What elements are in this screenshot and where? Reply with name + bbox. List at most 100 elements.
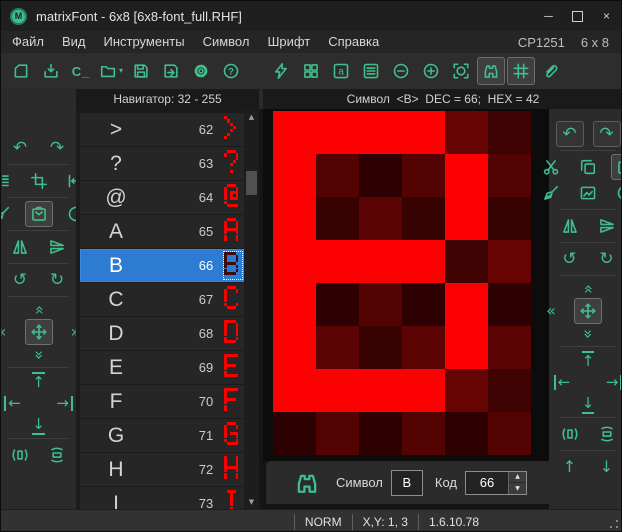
pixel-cell[interactable] — [488, 111, 531, 154]
pixel-cell[interactable] — [445, 369, 488, 412]
rotate-right-button[interactable]: ↻ — [43, 267, 71, 293]
pixel-cell[interactable] — [316, 111, 359, 154]
scroll-down-icon[interactable]: ▼ — [244, 494, 259, 509]
new-font-button[interactable] — [7, 57, 35, 85]
code-input[interactable]: 66 — [466, 472, 508, 494]
pixel-cell[interactable] — [273, 111, 316, 154]
pixel-cell[interactable] — [273, 283, 316, 326]
pixel-cell[interactable] — [445, 240, 488, 283]
clear-char-button[interactable] — [537, 180, 565, 206]
resize-grip[interactable] — [610, 520, 618, 528]
navigator-scrollbar[interactable]: ▲ ▼ — [244, 109, 259, 509]
pixel-cell[interactable] — [445, 326, 488, 369]
pixel-cell[interactable] — [316, 154, 359, 197]
pixel-cell[interactable] — [316, 412, 359, 455]
menu-item-view[interactable]: Вид — [53, 31, 95, 53]
char-row-71[interactable]: G71 — [80, 419, 244, 452]
pixel-cell[interactable] — [488, 326, 531, 369]
pixel-cell[interactable] — [445, 412, 488, 455]
attach-button[interactable] — [537, 57, 565, 85]
redo-button[interactable]: ↷ — [43, 135, 71, 161]
pixel-cell[interactable] — [488, 154, 531, 197]
flip-vertical-button[interactable] — [43, 234, 71, 260]
char-row-63[interactable]: ?63 — [80, 147, 244, 180]
center-vertical-button[interactable] — [43, 442, 71, 468]
open-font-button[interactable]: ▾ — [97, 57, 125, 85]
char-map-button[interactable] — [297, 57, 325, 85]
pixel-cell[interactable] — [359, 197, 402, 240]
menu-item-help[interactable]: Справка — [319, 31, 388, 53]
char-row-68[interactable]: D68 — [80, 317, 244, 350]
align-top-button[interactable]: ↑ — [574, 347, 602, 373]
flip-vertical-button[interactable] — [593, 213, 621, 239]
pixel-cell[interactable] — [488, 283, 531, 326]
code-listing-button[interactable] — [357, 57, 385, 85]
pixel-cell[interactable] — [445, 111, 488, 154]
menu-item-file[interactable]: Файл — [3, 31, 53, 53]
help-button[interactable]: ? — [217, 57, 245, 85]
pixel-cell[interactable] — [359, 369, 402, 412]
pixel-cell[interactable] — [273, 197, 316, 240]
minimize-button[interactable]: ─ — [534, 1, 563, 31]
new-from-code-button[interactable]: C_ — [67, 57, 95, 85]
pixel-cell[interactable] — [359, 240, 402, 283]
align-bottom-button[interactable]: ↓ — [574, 392, 602, 418]
rotate-left-button[interactable]: ↺ — [556, 246, 584, 272]
close-button[interactable]: × — [592, 1, 621, 31]
pixel-cell[interactable] — [273, 154, 316, 197]
char-row-65[interactable]: A65 — [80, 215, 244, 248]
scrollbar-thumb[interactable] — [246, 171, 257, 195]
pixel-cell[interactable] — [316, 369, 359, 412]
shift-left-button[interactable]: « — [0, 319, 16, 345]
center-horizontal-button[interactable] — [6, 442, 34, 468]
pixel-cell[interactable] — [359, 412, 402, 455]
maximize-button[interactable] — [563, 1, 592, 31]
zoom-out-button[interactable] — [387, 57, 415, 85]
center-vertical-button[interactable] — [593, 421, 621, 447]
pixel-cell[interactable] — [402, 154, 445, 197]
pixel-cell[interactable] — [273, 412, 316, 455]
char-row-64[interactable]: @64 — [80, 181, 244, 214]
align-top-button[interactable]: ↑ — [25, 368, 53, 394]
zoom-fit-button[interactable] — [447, 57, 475, 85]
settings-button[interactable] — [187, 57, 215, 85]
redo-button[interactable]: ↷ — [593, 121, 621, 147]
row-down-button[interactable]: ↓ — [593, 454, 621, 480]
pixel-cell[interactable] — [359, 111, 402, 154]
align-bottom-button[interactable]: ↓ — [25, 413, 53, 439]
pixel-cell[interactable] — [273, 240, 316, 283]
pixel-cell[interactable] — [273, 326, 316, 369]
preview-text-button[interactable]: a — [327, 57, 355, 85]
pixel-cell[interactable] — [273, 369, 316, 412]
pixel-cell[interactable] — [359, 326, 402, 369]
paste-button[interactable] — [25, 201, 53, 227]
copy-button[interactable] — [574, 154, 602, 180]
char-row-67[interactable]: C67 — [80, 283, 244, 316]
pixel-cell[interactable] — [402, 369, 445, 412]
import-image-button[interactable] — [574, 180, 602, 206]
scroll-up-icon[interactable]: ▲ — [244, 109, 259, 124]
pixel-cell[interactable] — [488, 240, 531, 283]
pixel-cell[interactable] — [445, 197, 488, 240]
symbol-input[interactable]: B — [391, 470, 423, 496]
pixel-cell[interactable] — [402, 197, 445, 240]
align-left-button[interactable]: ← — [0, 390, 27, 416]
pixel-cell[interactable] — [359, 283, 402, 326]
flip-horizontal-button[interactable] — [6, 234, 34, 260]
pixel-cell[interactable] — [402, 283, 445, 326]
pixel-cell[interactable] — [488, 369, 531, 412]
undo-button[interactable]: ↶ — [556, 121, 584, 147]
char-row-66[interactable]: B66 — [80, 249, 244, 282]
spin-up-button[interactable]: ▲ — [509, 472, 526, 484]
pixel-cell[interactable] — [402, 412, 445, 455]
shift-down-button[interactable]: » — [25, 342, 53, 368]
save-as-button[interactable] — [157, 57, 185, 85]
pixel-cell[interactable] — [316, 326, 359, 369]
menu-item-symbol[interactable]: Символ — [194, 31, 259, 53]
menu-item-tools[interactable]: Инструменты — [95, 31, 194, 53]
import-font-button[interactable] — [37, 57, 65, 85]
pixel-cell[interactable] — [488, 197, 531, 240]
cut-button[interactable] — [537, 154, 565, 180]
char-row-62[interactable]: >62 — [80, 113, 244, 146]
pixel-cell[interactable] — [359, 154, 402, 197]
